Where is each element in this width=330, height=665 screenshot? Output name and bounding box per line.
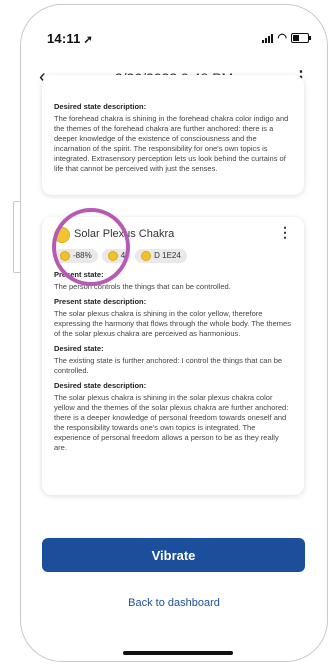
card-menu-icon[interactable]: ⋮ xyxy=(278,225,292,239)
chakra-badges: -88% 4 D 1E24 xyxy=(54,249,187,263)
card-content: Desired state description: The forehead … xyxy=(54,99,292,179)
card-content: Present state: The person controls the t… xyxy=(54,267,292,458)
section-heading: Desired state description: xyxy=(54,381,147,390)
section-heading: Desired state: xyxy=(54,344,104,353)
coin-icon xyxy=(107,251,118,261)
coin-icon xyxy=(60,251,70,261)
section-heading: Desired state description: xyxy=(54,102,147,111)
section-text: The solar plexus chakra is shining in th… xyxy=(54,309,291,338)
section-heading: Present state: xyxy=(54,270,104,279)
home-indicator xyxy=(123,651,233,655)
phone-frame: 14:11➚ ◠ ‹ 3/26/2023 9:48 PM ⋮ Desired s… xyxy=(20,4,328,662)
cellular-signal-icon xyxy=(262,33,274,43)
location-icon: ➚ xyxy=(83,34,93,46)
chakra-header: Solar Plexus Chakra ⋮ xyxy=(54,225,292,243)
coin-icon xyxy=(141,251,152,261)
percentage-badge: -88% xyxy=(54,249,98,263)
wifi-icon: ◠ xyxy=(277,32,287,44)
chakra-name: Solar Plexus Chakra xyxy=(74,228,175,240)
phone-side-button xyxy=(13,201,20,273)
previous-chakra-card: Desired state description: The forehead … xyxy=(42,75,304,195)
back-to-dashboard-link[interactable]: Back to dashboard xyxy=(21,597,327,609)
section-text: The person controls the things that can … xyxy=(54,282,231,291)
solar-plexus-chakra-icon xyxy=(54,227,70,243)
status-time: 14:11 ➚ xyxy=(47,31,93,46)
section-heading: Present state description: xyxy=(54,297,147,306)
status-bar: 14:11 ➚ ◠ xyxy=(21,29,327,51)
solar-plexus-chakra-card: Solar Plexus Chakra ⋮ -88% 4 D 1E24 Pres… xyxy=(42,217,304,495)
dimension-badge: D 1E24 xyxy=(135,249,187,263)
section-text: The existing state is further anchored: … xyxy=(54,356,283,375)
vibrate-button[interactable]: Vibrate xyxy=(42,538,305,572)
battery-icon xyxy=(291,32,311,43)
section-text: The solar plexus chakra is shining in th… xyxy=(54,393,289,452)
section-text: The forehead chakra is shining in the fo… xyxy=(54,114,289,173)
count-badge: 4 xyxy=(101,249,132,263)
status-indicators: ◠ xyxy=(262,31,311,44)
